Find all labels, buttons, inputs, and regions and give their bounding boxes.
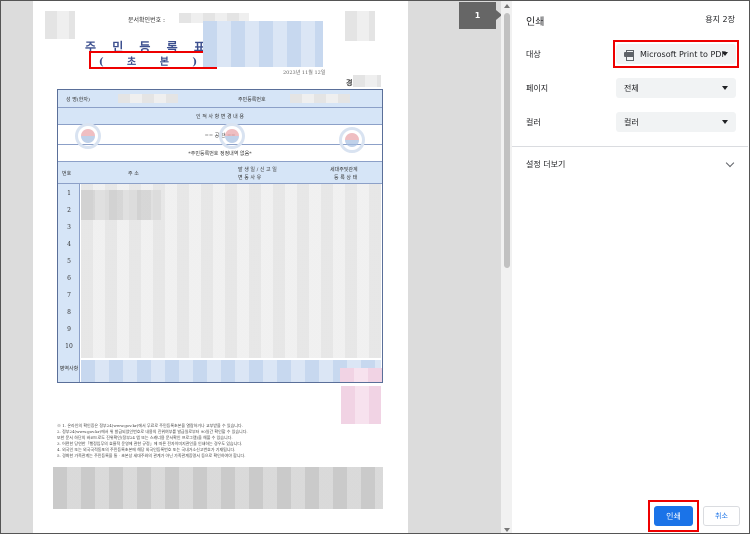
row-number: 10 xyxy=(65,343,73,350)
scroll-up-arrow-icon[interactable] xyxy=(504,4,510,8)
emblem-watermark xyxy=(75,123,101,149)
col-reason: 변 동 사 유 xyxy=(238,175,262,181)
divider xyxy=(512,146,748,147)
row-number: 8 xyxy=(67,309,71,316)
document-notes: ※ 1. 온라인의 확인증은 정부24(www.gov.kr)에서 무료로 주민… xyxy=(57,423,377,459)
cancel-button[interactable]: 취소 xyxy=(703,506,740,526)
row-number: 5 xyxy=(67,258,71,265)
col-status: 등 록 상 태 xyxy=(334,175,358,181)
col-household: 세대주및관계 xyxy=(330,167,358,173)
note-line: 5. 경화한 가족관계는 주민등록을 통 · 초본상 세대주와의 관계가 아닌 … xyxy=(57,453,246,458)
redacted-block xyxy=(340,368,382,382)
more-settings-toggle[interactable]: 설정 더보기 xyxy=(526,159,565,170)
chevron-down-icon xyxy=(722,120,728,124)
redacted-seal xyxy=(341,386,381,424)
redacted-block xyxy=(345,11,375,41)
color-select[interactable]: 컬러 xyxy=(616,112,736,132)
color-label: 컬러 xyxy=(526,118,541,127)
scroll-down-arrow-icon[interactable] xyxy=(504,528,510,532)
print-title: 인쇄 xyxy=(526,17,545,28)
chevron-down-icon[interactable] xyxy=(725,158,735,168)
document-subtitle: ( 초 본 ) xyxy=(89,51,217,69)
row-number: 6 xyxy=(67,275,71,282)
issue-date: 2023년 11월 12일 xyxy=(283,70,326,76)
row-number: 3 xyxy=(67,224,71,231)
pages-value: 전체 xyxy=(624,83,639,93)
confirm-number-label: 문서확인번호 : xyxy=(128,17,166,24)
personal-changes-header: 인 적 사 항 변 경 내 용 xyxy=(58,108,382,125)
redacted-name xyxy=(118,94,178,103)
redacted-footer xyxy=(53,467,383,509)
print-button-highlight-box xyxy=(648,500,699,532)
sheet-count: 용지 2장 xyxy=(705,15,735,24)
scroll-thumb[interactable] xyxy=(504,13,510,268)
print-settings-panel: 인쇄 용지 2장 대상 Microsoft Print to PDF 페이지 전… xyxy=(512,0,750,534)
military-label: 병역사항 xyxy=(59,366,79,372)
row-number: 4 xyxy=(67,241,71,248)
redacted-block xyxy=(81,190,161,220)
row-number: 7 xyxy=(67,292,71,299)
row-number: 2 xyxy=(67,207,71,214)
table-header-row: 성 명(한자) 주민등록번호 xyxy=(58,90,382,108)
column-header-row: 번호 주 소 발 생 일 / 신 고 일 변 동 사 유 세대주및관계 등 록 … xyxy=(58,162,382,184)
destination-label: 대상 xyxy=(526,50,541,59)
print-preview-area: 문서확인번호 : 주 민 등 록 표 ( 초 본 ) 2023년 11월 12일… xyxy=(0,0,512,534)
emblem-watermark xyxy=(219,123,245,149)
col-number: 번호 xyxy=(62,171,72,177)
redacted-block xyxy=(45,11,75,39)
pages-select[interactable]: 전체 xyxy=(616,78,736,98)
color-value: 컬러 xyxy=(624,117,639,127)
row-number: 1 xyxy=(67,190,71,197)
page-number-badge[interactable]: 1 xyxy=(459,2,502,29)
col-date: 발 생 일 / 신 고 일 xyxy=(238,167,277,173)
redacted-military-info xyxy=(81,360,381,382)
col-address: 주 소 xyxy=(128,171,139,177)
redacted-resident-number xyxy=(290,94,350,103)
no-change-note: *주민등록번호 정정내역 없음* xyxy=(58,145,382,162)
redacted-block xyxy=(353,75,381,87)
pages-label: 페이지 xyxy=(526,84,549,93)
document-page: 문서확인번호 : 주 민 등 록 표 ( 초 본 ) 2023년 11월 12일… xyxy=(33,1,408,533)
destination-highlight-box xyxy=(613,40,739,68)
resident-number-label: 주민등록번호 xyxy=(238,97,266,103)
preview-scrollbar[interactable] xyxy=(501,1,512,533)
row-number: 9 xyxy=(67,326,71,333)
emblem-watermark xyxy=(339,127,365,153)
name-label: 성 명(한자) xyxy=(66,97,90,103)
redacted-barcode xyxy=(203,21,323,67)
chevron-down-icon xyxy=(722,86,728,90)
